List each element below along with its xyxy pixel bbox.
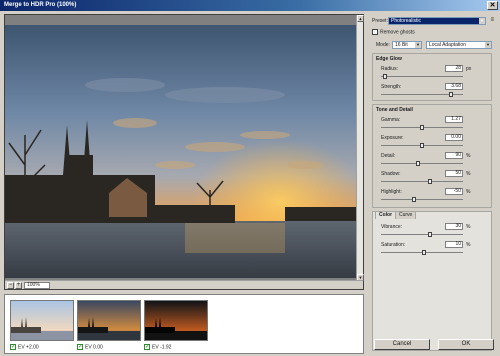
color-curve-tabs: Color Curve Vibrance: 30 % Saturation: 1… xyxy=(372,211,492,351)
vibrance-value[interactable]: 30 xyxy=(445,223,463,230)
chevron-down-icon: ▼ xyxy=(415,42,421,48)
zoom-out-button[interactable]: − xyxy=(7,282,14,289)
tab-curve[interactable]: Curve xyxy=(395,211,417,219)
remove-ghosts-checkbox[interactable] xyxy=(372,29,378,35)
shadow-label: Shadow: xyxy=(381,171,401,177)
saturation-slider-knob[interactable] xyxy=(421,250,426,255)
gamma-slider[interactable]: Gamma: 1.27 xyxy=(381,116,489,133)
source-filmstrip: ✓ EV +2.00 ✓ EV 0.00 ✓ EV -1.92 xyxy=(4,294,364,354)
tone-detail-title: Tone and Detail xyxy=(376,107,413,113)
zoom-in-button[interactable]: + xyxy=(15,282,22,289)
source-thumb-3[interactable]: ✓ EV -1.92 xyxy=(144,300,208,352)
saturation-slider[interactable]: Saturation: 10 % xyxy=(381,241,489,258)
dialog-body: ▲ ▼ − + 100% ✓ EV +2.00 ✓ EV 0.00 ✓ EV -1. xyxy=(0,11,500,356)
gamma-label: Gamma: xyxy=(381,117,401,123)
strength-slider[interactable]: Strength: 3.68 xyxy=(381,83,489,100)
ok-button[interactable]: OK xyxy=(438,339,494,350)
edge-glow-title: Edge Glow xyxy=(376,56,402,62)
tab-color[interactable]: Color xyxy=(375,211,397,219)
close-button[interactable]: ✕ xyxy=(487,1,498,10)
shadow-slider[interactable]: Shadow: 50 % xyxy=(381,170,489,187)
exposure-label: Exposure: xyxy=(381,135,404,141)
radius-value[interactable]: 28 xyxy=(445,65,463,72)
chevron-down-icon: ▼ xyxy=(485,42,491,48)
vibrance-slider[interactable]: Vibrance: 30 % xyxy=(381,223,489,240)
preset-select[interactable]: Photorealistic ▼ xyxy=(388,17,486,25)
thumb-3-checkbox[interactable]: ✓ xyxy=(144,344,150,350)
tone-detail-group: Tone and Detail Gamma: 1.27 Exposure: 0.… xyxy=(372,104,492,208)
bit-depth-select[interactable]: 16 Bit ▼ xyxy=(392,41,422,49)
scroll-up-arrow[interactable]: ▲ xyxy=(357,15,364,22)
exposure-slider[interactable]: Exposure: 0.00 xyxy=(381,134,489,151)
highlight-slider-knob[interactable] xyxy=(411,197,416,202)
vibrance-label: Vibrance: xyxy=(381,224,403,230)
window-title: Merge to HDR Pro (100%) xyxy=(4,2,77,8)
shadow-value[interactable]: 50 xyxy=(445,170,463,177)
thumb-2-checkbox[interactable]: ✓ xyxy=(77,344,83,350)
detail-slider-knob[interactable] xyxy=(415,161,420,166)
thumb-1-label: EV +2.00 xyxy=(18,344,39,351)
zoom-level[interactable]: 100% xyxy=(24,282,50,289)
highlight-label: Highlight: xyxy=(381,189,402,195)
detail-value[interactable]: 90 xyxy=(445,152,463,159)
exposure-slider-knob[interactable] xyxy=(420,143,424,148)
title-bar: Merge to HDR Pro (100%) ✕ xyxy=(0,0,500,11)
method-select[interactable]: Local Adaptation ▼ xyxy=(426,41,492,49)
highlight-value[interactable]: -50 xyxy=(445,188,463,195)
highlight-slider[interactable]: Highlight: -50 % xyxy=(381,188,489,205)
saturation-label: Saturation: xyxy=(381,242,406,248)
remove-ghosts-label: Remove ghosts xyxy=(380,29,415,36)
detail-label: Detail: xyxy=(381,153,396,159)
source-thumb-2[interactable]: ✓ EV 0.00 xyxy=(77,300,141,352)
preview-pane: ▲ ▼ − + 100% xyxy=(4,14,364,290)
preset-label: Preset: xyxy=(372,18,388,24)
hdr-preview-image xyxy=(5,25,358,278)
edge-glow-group: Edge Glow Radius: 28 px Strength: 3.68 xyxy=(372,53,492,101)
radius-slider[interactable]: Radius: 28 px xyxy=(381,65,489,82)
shadow-slider-knob[interactable] xyxy=(428,179,433,184)
zoom-bar: − + 100% xyxy=(5,280,363,289)
strength-label: Strength: xyxy=(381,84,402,90)
preset-menu-icon[interactable]: ≡ xyxy=(490,17,494,23)
exposure-value[interactable]: 0.00 xyxy=(445,134,463,141)
chevron-down-icon: ▼ xyxy=(479,18,485,24)
radius-slider-knob[interactable] xyxy=(383,74,388,79)
source-thumb-1[interactable]: ✓ EV +2.00 xyxy=(10,300,74,352)
strength-slider-knob[interactable] xyxy=(448,92,453,97)
gamma-slider-knob[interactable] xyxy=(420,125,424,130)
gamma-value[interactable]: 1.27 xyxy=(445,116,463,123)
thumb-image-normal[interactable] xyxy=(77,300,141,341)
vertical-scrollbar[interactable]: ▲ ▼ xyxy=(356,15,364,281)
strength-value[interactable]: 3.68 xyxy=(445,83,463,90)
thumb-image-dark[interactable] xyxy=(144,300,208,341)
thumb-image-bright[interactable] xyxy=(10,300,74,341)
saturation-value[interactable]: 10 xyxy=(445,241,463,248)
thumb-1-checkbox[interactable]: ✓ xyxy=(10,344,16,350)
thumb-3-label: EV -1.92 xyxy=(152,344,172,351)
vibrance-slider-knob[interactable] xyxy=(428,232,433,237)
mode-label: Mode: xyxy=(376,42,390,48)
thumb-2-label: EV 0.00 xyxy=(85,344,103,351)
cancel-button[interactable]: Cancel xyxy=(374,339,430,350)
radius-label: Radius: xyxy=(381,66,398,72)
detail-slider[interactable]: Detail: 90 % xyxy=(381,152,489,169)
settings-panel: Preset: Photorealistic ▼ ≡ Remove ghosts… xyxy=(368,14,497,356)
